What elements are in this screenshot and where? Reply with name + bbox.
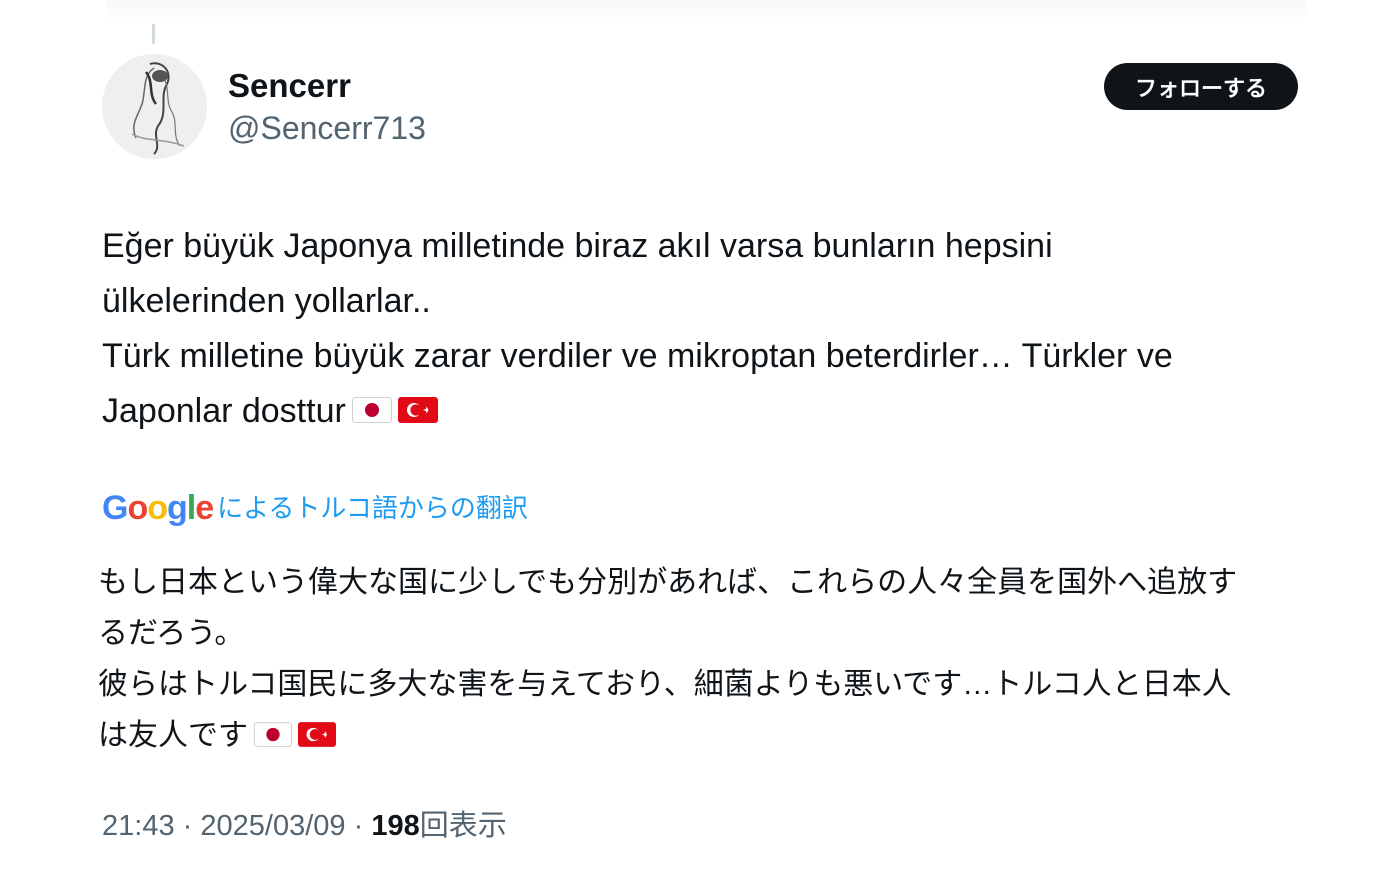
translated-line: るだろう。: [98, 617, 245, 650]
tweet-line: Türk milletine büyük zarar verdiler ve m…: [102, 337, 1173, 375]
translation-label[interactable]: によるトルコ語からの翻訳: [217, 488, 528, 528]
tweet-date[interactable]: 2025/03/09: [200, 810, 345, 842]
meta-separator: ·: [182, 810, 193, 842]
tweet-text: Eğer büyük Japonya milletinde biraz akıl…: [102, 219, 1312, 439]
thread-connector-line: [152, 24, 155, 44]
views-count: 198: [371, 810, 420, 842]
translated-line-last: は友人です: [98, 710, 1318, 761]
tweet-line: Japonlar dosttur: [102, 392, 346, 430]
follow-button[interactable]: フォローする: [1104, 63, 1298, 110]
author-handle[interactable]: @Sencerr713: [228, 108, 426, 148]
translated-text: もし日本という偉大な国に少しでも分別があれば、これらの人々全員を国外へ追放す る…: [98, 557, 1318, 761]
tweet-line-last: Japonlar dosttur: [102, 384, 1312, 439]
translated-line: は友人です: [98, 719, 248, 752]
turkey-flag-icon: [298, 721, 336, 747]
japan-flag-icon: [351, 397, 392, 424]
tweet-line: Eğer büyük Japonya milletinde biraz akıl…: [102, 227, 1053, 265]
japan-flag-icon: [254, 721, 292, 747]
author-name[interactable]: Sencerr: [228, 66, 351, 106]
meta-separator: ·: [353, 810, 364, 842]
top-divider: [106, 0, 1306, 22]
views-label: 回表示: [419, 810, 507, 842]
avatar[interactable]: [102, 54, 207, 159]
tweet-line: ülkelerinden yollarlar..: [102, 282, 431, 320]
turkey-flag-icon: [397, 397, 438, 424]
google-logo: Google: [102, 489, 214, 527]
translation-attribution[interactable]: Google によるトルコ語からの翻訳: [102, 488, 528, 528]
tweet-meta: 21:43 · 2025/03/09 · 198回表示: [102, 806, 507, 846]
translated-line: もし日本という偉大な国に少しでも分別があれば、これらの人々全員を国外へ追放す: [98, 566, 1238, 599]
tweet-time[interactable]: 21:43: [102, 810, 175, 842]
translated-line: 彼らはトルコ国民に多大な害を与えており、細菌よりも悪いです…トルコ人と日本人: [98, 668, 1232, 701]
